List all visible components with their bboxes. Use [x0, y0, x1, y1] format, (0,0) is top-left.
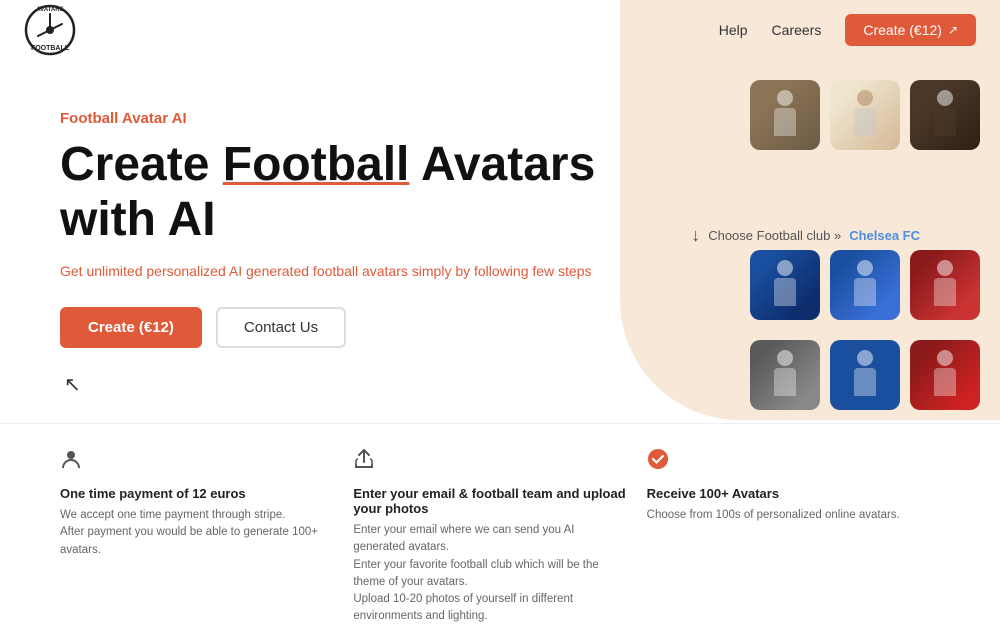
avatar-row-top: [750, 80, 980, 150]
club-name: Chelsea FC: [849, 228, 920, 243]
feature-payment: One time payment of 12 euros We accept o…: [60, 448, 353, 559]
avatar-4: [750, 250, 820, 320]
avatar-2: [830, 80, 900, 150]
avatar-7: [750, 340, 820, 410]
heading-create: Create: [60, 138, 223, 191]
club-selector: ↓ Choose Football club » Chelsea FC: [691, 225, 920, 246]
contact-button[interactable]: Contact Us: [216, 307, 346, 348]
feature-payment-title: One time payment of 12 euros: [60, 486, 333, 501]
logo-area: FOOTBALL AVATARS: [24, 4, 76, 56]
create-button-header[interactable]: Create (€12) ↗: [845, 14, 976, 46]
create-button-main[interactable]: Create (€12): [60, 307, 202, 348]
feature-upload-desc: Enter your email where we can send you A…: [353, 522, 626, 626]
heading-football: Football: [223, 138, 410, 191]
svg-text:AVATARS: AVATARS: [36, 7, 63, 13]
header-nav: Help Careers Create (€12) ↗: [719, 14, 976, 46]
arrow-icon: ↗: [948, 23, 958, 37]
nav-careers[interactable]: Careers: [772, 22, 822, 38]
club-prompt-label: Choose Football club »: [708, 228, 841, 243]
feature-receive: Receive 100+ Avatars Choose from 100s of…: [647, 448, 940, 524]
cta-buttons: Create (€12) Contact Us: [60, 307, 600, 348]
avatar-3: [910, 80, 980, 150]
header: FOOTBALL AVATARS Help Careers Create (€1…: [0, 0, 1000, 60]
upload-icon: [353, 448, 626, 476]
cursor-indicator: ↖: [64, 372, 600, 397]
avatar-1: [750, 80, 820, 150]
avatar-row-mid: [750, 250, 980, 320]
avatar-9: [910, 340, 980, 410]
feature-upload: Enter your email & football team and upl…: [353, 448, 646, 626]
person-icon: [60, 448, 333, 476]
logo-icon: FOOTBALL AVATARS: [24, 4, 76, 56]
hero-subtitle: Football Avatar AI: [60, 110, 600, 127]
feature-payment-desc: We accept one time payment through strip…: [60, 507, 333, 559]
hero-heading: Create Football Avatarswith AI: [60, 137, 600, 247]
features-bar: One time payment of 12 euros We accept o…: [0, 423, 1000, 563]
check-icon: [647, 448, 920, 476]
nav-help[interactable]: Help: [719, 22, 748, 38]
feature-receive-desc: Choose from 100s of personalized online …: [647, 507, 920, 524]
svg-text:FOOTBALL: FOOTBALL: [31, 45, 70, 52]
avatar-5: [830, 250, 900, 320]
avatar-6: [910, 250, 980, 320]
feature-upload-title: Enter your email & football team and upl…: [353, 486, 626, 516]
hero-description: Get unlimited personalized AI generated …: [60, 263, 600, 279]
avatar-8: [830, 340, 900, 410]
avatar-row-bot: [750, 340, 980, 410]
down-arrow-icon: ↓: [691, 225, 700, 246]
feature-receive-title: Receive 100+ Avatars: [647, 486, 920, 501]
